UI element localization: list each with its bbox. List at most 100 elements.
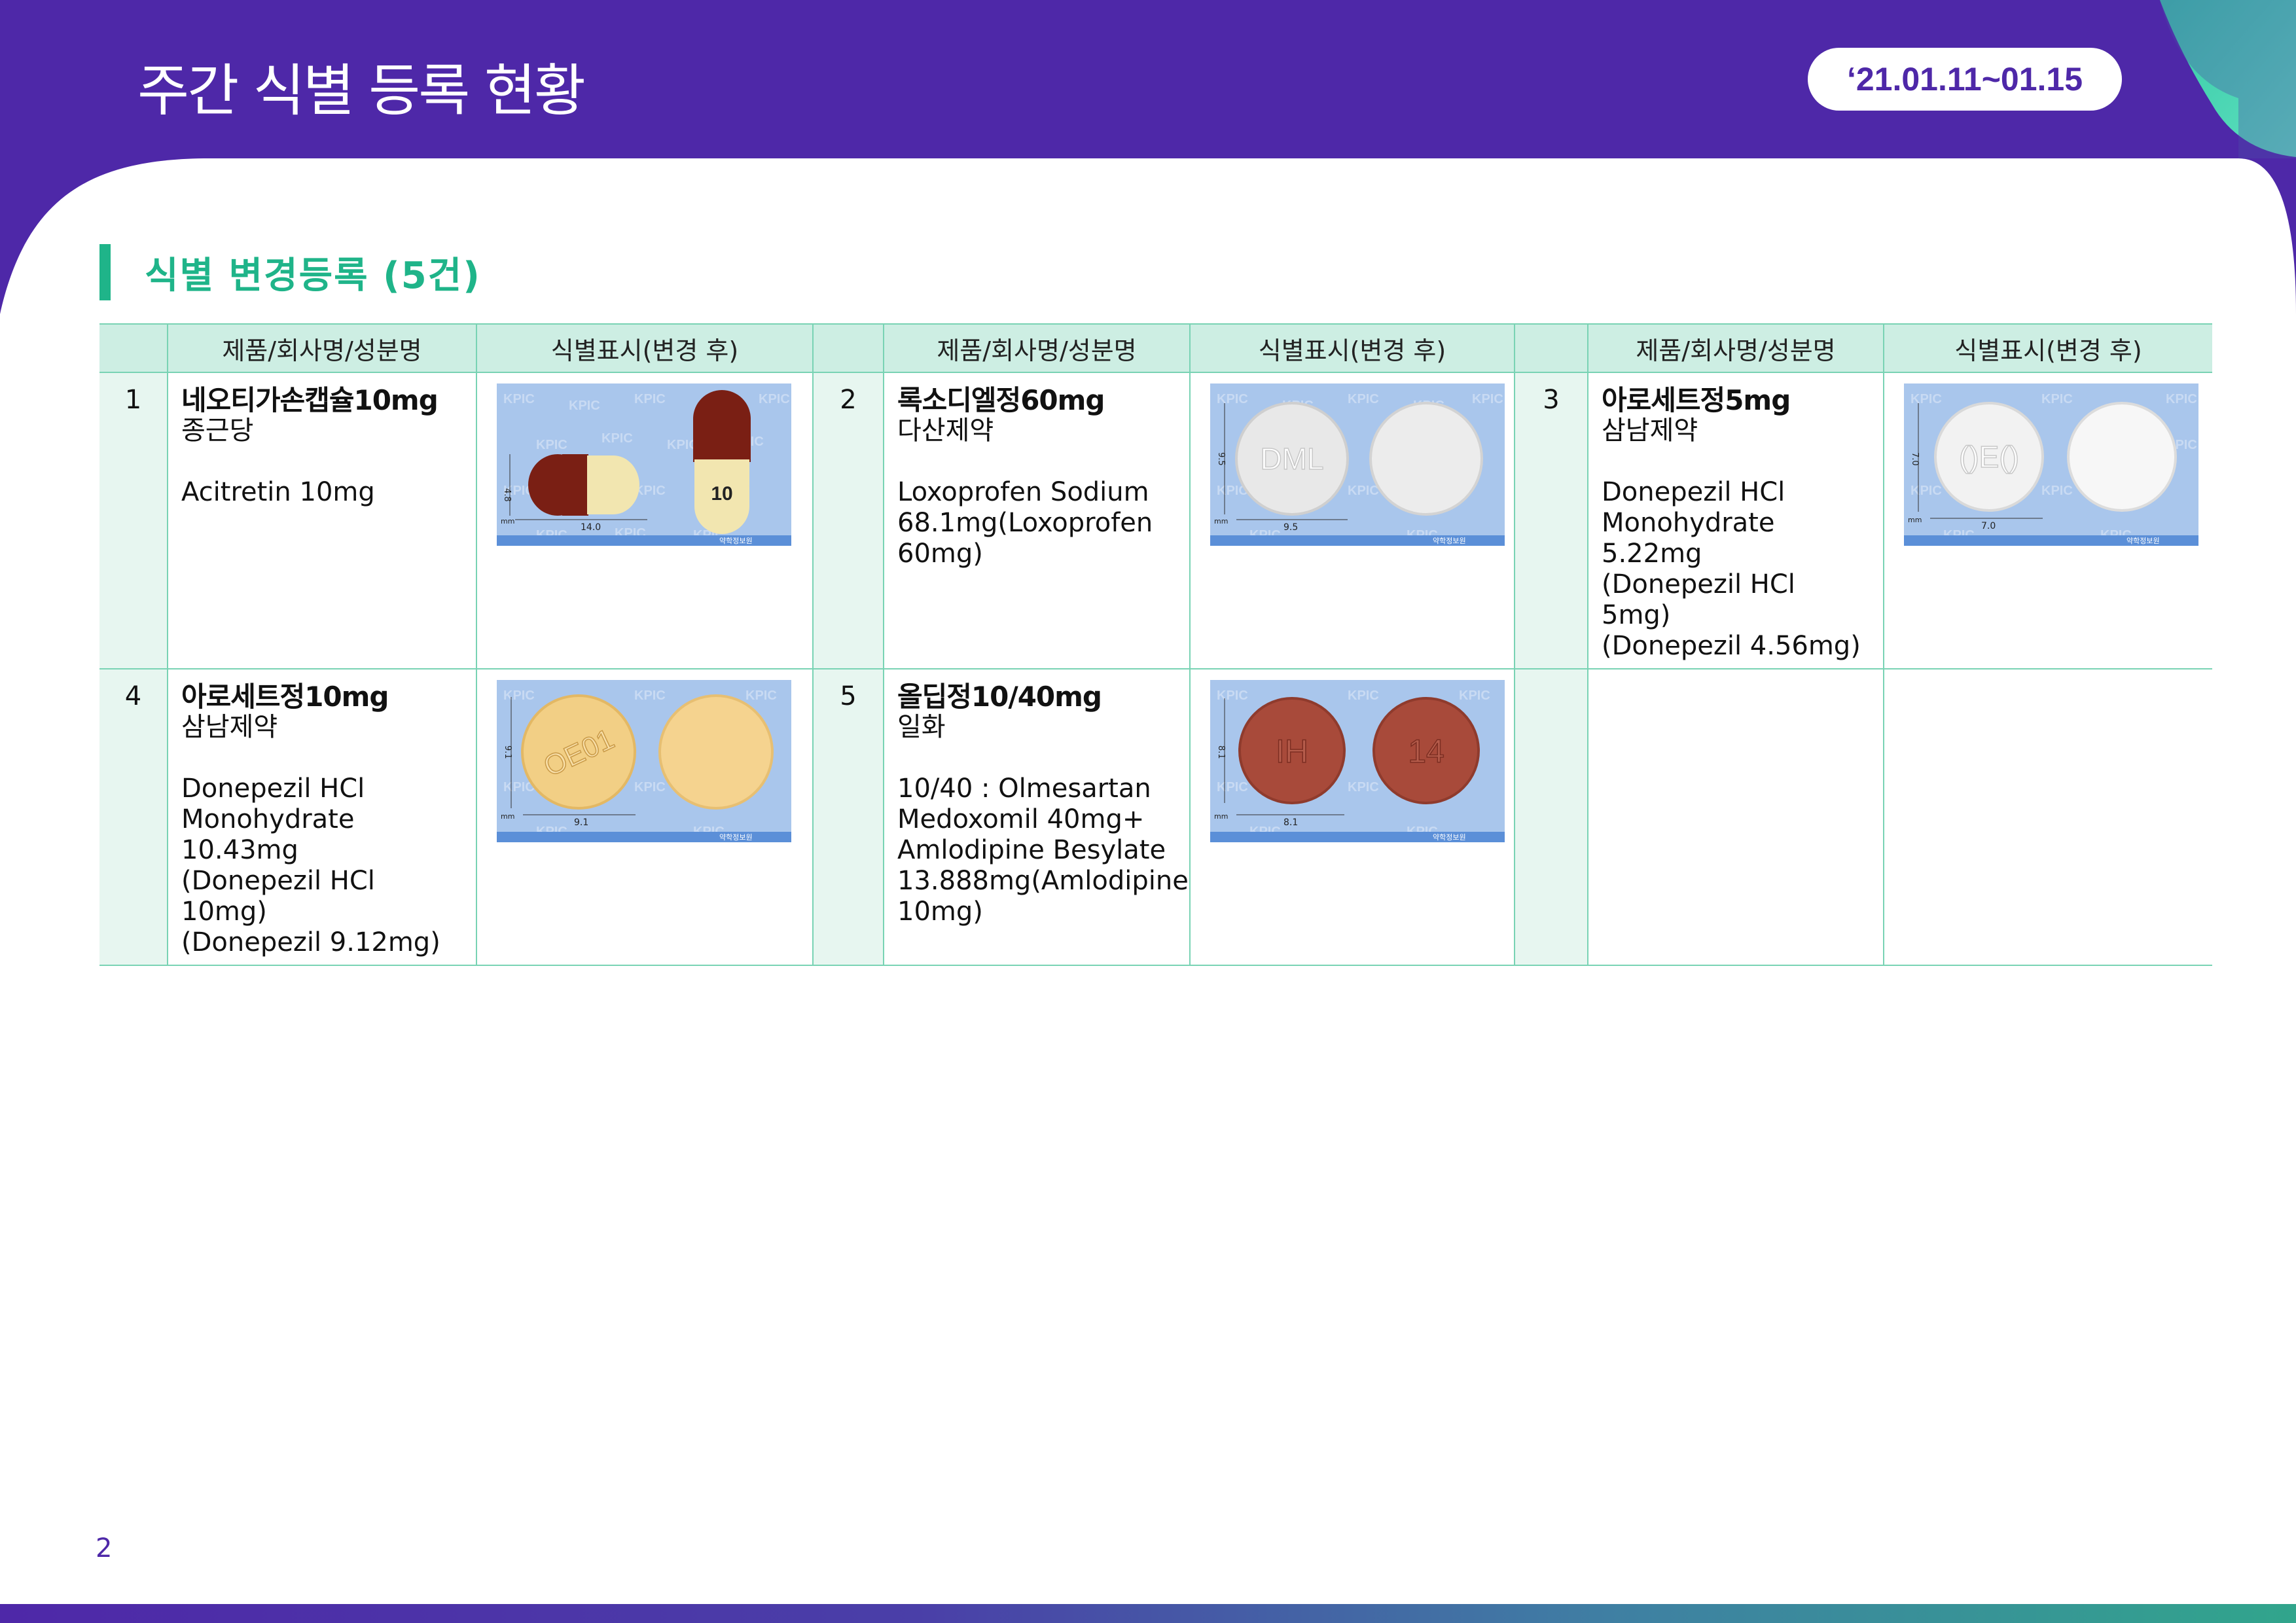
svg-text:약학정보원: 약학정보원 — [2126, 536, 2160, 545]
svg-text:KPIC: KPIC — [1217, 688, 1248, 703]
header-mark-2: 식별표시(변경 후) — [1189, 323, 1515, 373]
table-row: 1 네오티가손캡슐10mg 종근당 Acitretin 10mg KPIC KPI… — [99, 372, 2212, 669]
svg-text:KPIC: KPIC — [2041, 392, 2073, 406]
product-info: 아로세트정10mg 삼남제약 Donepezil HCl Monohydrate… — [167, 669, 477, 966]
header-mark-1: 식별표시(변경 후) — [476, 323, 814, 373]
header-num-3 — [1514, 323, 1588, 373]
product-info: 네오티가손캡슐10mg 종근당 Acitretin 10mg — [167, 372, 477, 669]
svg-text:4.8: 4.8 — [502, 488, 512, 502]
section-title: 식별 변경등록 (5건) — [145, 254, 481, 297]
svg-text:KPIC: KPIC — [536, 438, 567, 452]
pill-image-cell: KPICKPICKPIC KPICKPIC KPICKPIC KPICKPIC … — [1189, 669, 1515, 966]
product-info: 올딥정10/40mg 일화 10/40 : Olmesartan Medoxom… — [883, 669, 1191, 966]
item-number: 4 — [99, 669, 168, 966]
header-product-3: 제품/회사명/성분명 — [1587, 323, 1884, 373]
svg-text:10: 10 — [711, 483, 732, 505]
product-name: 아로세트정10mg — [181, 681, 389, 713]
pill-image-cell: KPICKPICKPIC KPICKPICKPIC KPICKPIC KPICK… — [1883, 372, 2212, 669]
svg-text:KPIC: KPIC — [634, 780, 666, 794]
svg-text:mm: mm — [501, 812, 514, 821]
header-product-2: 제품/회사명/성분명 — [883, 323, 1191, 373]
svg-text:KPIC: KPIC — [745, 688, 777, 703]
table-header-row: 제품/회사명/성분명 식별표시(변경 후) 제품/회사명/성분명 식별표시(변경… — [99, 323, 2212, 373]
pill-image-cell: KPIC KPIC KPIC KPIC KPIC KPIC KPIC KPIC KPIC KP… — [476, 372, 814, 669]
svg-text:9.5: 9.5 — [1283, 522, 1298, 533]
svg-text:9.5: 9.5 — [1216, 452, 1226, 466]
ingredient: Donepezil HCl Monohydrate 10.43mg (Donep… — [181, 774, 440, 957]
company-name: 종근당 — [181, 416, 254, 446]
pill-photo: KPICKPICKPIC KPICKPICKPIC KPICKPIC KPICK… — [1904, 383, 2198, 546]
pill-photo: KPICKPICKPICKPICKPIC KPICKPICKPIC KPICKP… — [1210, 383, 1505, 546]
pill-photo: KPIC KPIC KPIC KPIC KPIC KPIC KPIC KPIC KPIC KP… — [497, 383, 791, 546]
product-name: 록소디엘정60mg — [897, 384, 1105, 416]
svg-text:KPIC: KPIC — [2166, 392, 2197, 406]
svg-text:KPIC: KPIC — [2041, 484, 2073, 498]
svg-text:KPIC: KPIC — [1348, 688, 1379, 703]
header-mark-3: 식별표시(변경 후) — [1883, 323, 2212, 373]
pill-photo: KPICKPICKPIC KPICKPIC KPICKPIC KPICKPIC … — [497, 680, 791, 842]
product-name: 올딥정10/40mg — [897, 681, 1102, 713]
item-number-empty — [1514, 669, 1588, 966]
svg-text:KPIC: KPIC — [759, 392, 790, 406]
svg-text:14.0: 14.0 — [581, 522, 601, 533]
svg-text:mm: mm — [1214, 517, 1228, 526]
svg-text:KPIC: KPIC — [1910, 392, 1942, 406]
header-num-1 — [99, 323, 168, 373]
svg-text:KPIC: KPIC — [1217, 392, 1248, 406]
ingredient: 10/40 : Olmesartan Medoxomil 40mg+ Amlod… — [897, 774, 1189, 927]
svg-text:KPIC: KPIC — [503, 688, 535, 703]
svg-text:약학정보원: 약학정보원 — [719, 832, 753, 842]
svg-text:8.1: 8.1 — [1216, 745, 1226, 759]
svg-text:mm: mm — [1214, 812, 1228, 821]
svg-text:KPIC: KPIC — [1910, 484, 1942, 498]
pill-image-cell: KPICKPICKPICKPICKPIC KPICKPICKPIC KPICKP… — [1189, 372, 1515, 669]
svg-text:7.0: 7.0 — [1981, 521, 1996, 531]
header-product-1: 제품/회사명/성분명 — [167, 323, 477, 373]
pill-image-cell-empty — [1883, 669, 2212, 966]
capsule-top: 10 — [693, 390, 751, 534]
pill-image-cell: KPICKPICKPIC KPICKPIC KPICKPIC KPICKPIC … — [476, 669, 814, 966]
pill-photo: KPICKPICKPIC KPICKPIC KPICKPIC KPICKPIC … — [1210, 680, 1505, 842]
product-info: 록소디엘정60mg 다산제약 Loxoprofen Sodium 68.1mg(… — [883, 372, 1191, 669]
item-number: 1 — [99, 372, 168, 669]
svg-text:7.0: 7.0 — [1910, 452, 1920, 466]
company-name: 삼남제약 — [181, 712, 278, 742]
item-number: 3 — [1514, 372, 1588, 669]
svg-text:8.1: 8.1 — [1283, 817, 1298, 828]
item-number: 2 — [812, 372, 884, 669]
svg-text:약학정보원: 약학정보원 — [1433, 832, 1466, 842]
svg-text:KPIC: KPIC — [1348, 484, 1379, 498]
header-num-2 — [812, 323, 884, 373]
ingredient: Donepezil HCl Monohydrate 5.22mg (Donepe… — [1602, 477, 1861, 661]
svg-text:약학정보원: 약학정보원 — [719, 536, 753, 545]
svg-text:KPIC: KPIC — [1459, 688, 1490, 703]
svg-text:KPIC: KPIC — [1472, 392, 1503, 406]
item-number: 5 — [812, 669, 884, 966]
svg-text:KPIC: KPIC — [1348, 780, 1379, 794]
capsule-side — [528, 454, 639, 516]
page-number: 2 — [96, 1533, 113, 1563]
svg-text:mm: mm — [1908, 516, 1922, 524]
date-range-badge: ‘21.01.11~01.15 — [1808, 48, 2122, 111]
svg-text:9.1: 9.1 — [503, 745, 512, 759]
registration-table: 제품/회사명/성분명 식별표시(변경 후) 제품/회사명/성분명 식별표시(변경… — [99, 323, 2212, 966]
svg-text:KPIC: KPIC — [503, 392, 535, 406]
company-name: 다산제약 — [897, 416, 994, 446]
ingredient: Loxoprofen Sodium 68.1mg(Loxoprofen 60mg… — [897, 477, 1153, 569]
svg-text:KPIC: KPIC — [634, 392, 666, 406]
company-name: 일화 — [897, 712, 946, 742]
svg-text:14: 14 — [1408, 733, 1444, 770]
product-name: 아로세트정5mg — [1602, 384, 1791, 416]
table-row: 4 아로세트정10mg 삼남제약 Donepezil HCl Monohydra… — [99, 669, 2212, 966]
svg-text:KPIC: KPIC — [1348, 392, 1379, 406]
product-name: 네오티가손캡슐10mg — [181, 384, 439, 416]
product-info-empty — [1587, 669, 1884, 966]
section-marker — [99, 244, 111, 300]
svg-text:IH: IH — [1276, 733, 1308, 770]
section-heading: 식별 변경등록 (5건) — [99, 243, 481, 301]
svg-text:KPIC: KPIC — [569, 399, 600, 413]
svg-text:KPIC: KPIC — [634, 688, 666, 703]
svg-text:약학정보원: 약학정보원 — [1433, 536, 1466, 545]
company-name: 삼남제약 — [1602, 416, 1698, 446]
footer-bar — [0, 1604, 2296, 1623]
